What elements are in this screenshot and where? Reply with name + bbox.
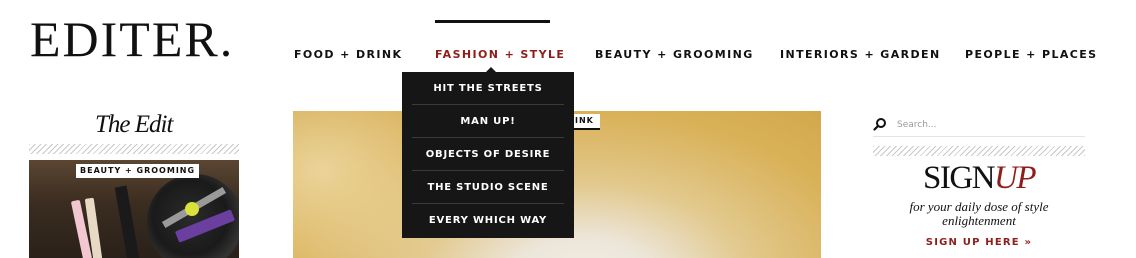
fashion-style-dropdown: HIT THE STREETS MAN UP! OBJECTS OF DESIR… [402,72,574,238]
dropdown-item-every-which-way[interactable]: EVERY WHICH WAY [412,204,564,237]
dropdown-item-objects-of-desire[interactable]: OBJECTS OF DESIRE [412,138,564,171]
signup-heading: SIGNUP [873,162,1085,195]
site-logo[interactable]: EDITER. [30,14,234,64]
hatch-divider-left [29,144,239,154]
dropdown-item-man-up[interactable]: MAN UP! [412,105,564,138]
signup-heading-accent: UP [994,160,1037,196]
search-underline [873,136,1085,137]
category-tag-beauty[interactable]: BEAUTY + GROOMING [76,164,200,178]
signup-heading-main: SIGN [922,160,996,196]
dropdown-item-hit-the-streets[interactable]: HIT THE STREETS [412,72,564,105]
the-edit-heading: The Edit [95,111,173,138]
signup-link[interactable]: SIGN UP HERE » [873,237,1085,248]
nav-interiors-garden[interactable]: INTERIORS + GARDEN [780,48,941,61]
search-icon[interactable] [873,117,887,131]
nav-fashion-style[interactable]: FASHION + STYLE [435,48,565,61]
nav-active-indicator [435,20,550,23]
nav-food-drink[interactable]: FOOD + DRINK [294,48,402,61]
signup-subtitle: for your daily dose of style enlightenme… [909,199,1049,228]
hatch-divider-right [873,146,1085,156]
dropdown-item-the-studio-scene[interactable]: THE STUDIO SCENE [412,171,564,204]
search-input[interactable] [897,116,1085,134]
nav-beauty-grooming[interactable]: BEAUTY + GROOMING [595,48,754,61]
nav-people-places[interactable]: PEOPLE + PLACES [965,48,1097,61]
